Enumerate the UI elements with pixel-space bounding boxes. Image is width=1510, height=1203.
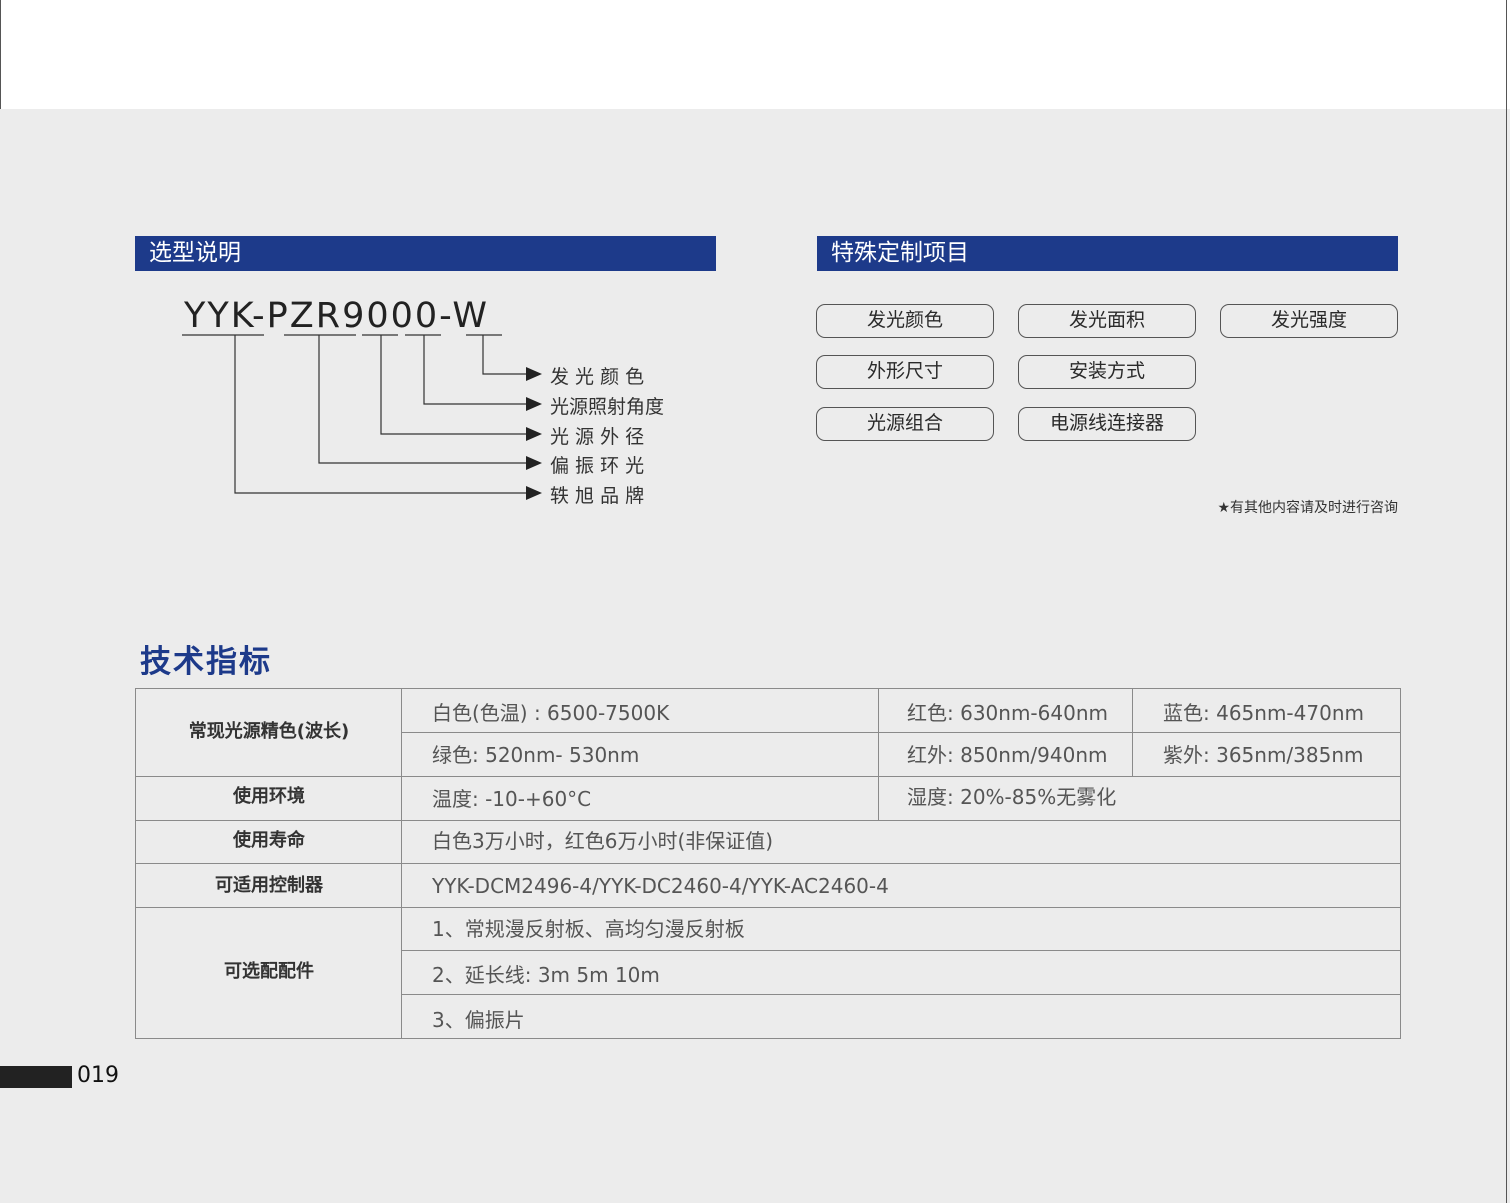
value-ultraviolet: 紫外: 365nm/385nm xyxy=(1163,743,1364,767)
arrow-polarized xyxy=(526,456,542,470)
row-divider xyxy=(402,994,1400,995)
custom-item-combination: 光源组合 xyxy=(816,407,994,441)
row-divider xyxy=(136,776,1400,777)
value-white: 白色(色温) : 6500-7500K xyxy=(432,701,670,725)
row-divider xyxy=(136,863,1400,864)
value-blue: 蓝色: 465nm-470nm xyxy=(1163,701,1364,725)
custom-title-bar: 特殊定制项目 xyxy=(817,236,1398,271)
label-environment: 使用环境 xyxy=(233,786,305,807)
page-number: 019 xyxy=(77,1063,119,1088)
arrow-color xyxy=(526,367,542,381)
legend-diameter: 光 源 外 径 xyxy=(550,426,645,448)
value-accessory-1: 1、常规漫反射板、高均匀漫反射板 xyxy=(432,917,745,941)
custom-item-size: 外形尺寸 xyxy=(816,355,994,389)
row-divider xyxy=(136,820,1400,821)
label-controller: 可适用控制器 xyxy=(215,875,323,896)
custom-item-area: 发光面积 xyxy=(1018,304,1196,338)
legend-color: 发 光 颜 色 xyxy=(550,366,645,388)
leader-angle xyxy=(423,335,528,405)
column-divider xyxy=(1132,689,1133,776)
value-controller: YYK-DCM2496-4/YYK-DC2460-4/YYK-AC2460-4 xyxy=(432,874,889,898)
arrow-angle xyxy=(526,397,542,411)
row-divider xyxy=(402,950,1400,951)
column-divider xyxy=(878,689,879,820)
arrow-brand xyxy=(526,486,542,500)
custom-item-color: 发光颜色 xyxy=(816,304,994,338)
value-humidity: 湿度: 20%-85%无雾化 xyxy=(907,785,1117,809)
value-green: 绿色: 520nm- 530nm xyxy=(432,743,640,767)
label-lifetime: 使用寿命 xyxy=(233,830,305,851)
custom-item-connector: 电源线连接器 xyxy=(1018,407,1196,441)
label-accessories: 可选配配件 xyxy=(224,961,314,982)
leader-color xyxy=(482,335,528,375)
legend-angle: 光源照射角度 xyxy=(550,396,665,418)
value-accessory-3: 3、偏振片 xyxy=(432,1008,525,1032)
legend-brand: 轶 旭 品 牌 xyxy=(550,485,645,507)
consult-note: ★有其他内容请及时进行咨询 xyxy=(1217,500,1398,516)
value-red: 红色: 630nm-640nm xyxy=(907,701,1108,725)
value-accessory-2: 2、延长线: 3m 5m 10m xyxy=(432,963,660,987)
custom-item-mount: 安装方式 xyxy=(1018,355,1196,389)
page-number-tab xyxy=(0,1066,72,1088)
row-divider xyxy=(402,732,1400,733)
row-divider xyxy=(136,907,1400,908)
arrow-diameter xyxy=(526,427,542,441)
custom-title: 特殊定制项目 xyxy=(831,240,969,266)
custom-item-intensity: 发光强度 xyxy=(1220,304,1398,338)
value-lifetime: 白色3万小时，红色6万小时(非保证值) xyxy=(432,829,774,853)
value-temperature: 温度: -10-+60°C xyxy=(432,787,592,811)
tech-title: 技术指标 xyxy=(140,644,272,680)
model-breakdown-diagram xyxy=(182,334,542,500)
specs-table: 常现光源精色(波长) 使用环境 使用寿命 可适用控制器 可选配配件 白色(色温)… xyxy=(135,688,1401,1039)
label-light-color: 常现光源精色(波长) xyxy=(188,721,350,742)
legend-polarized: 偏 振 环 光 xyxy=(550,455,645,477)
leader-diameter xyxy=(380,335,528,435)
value-infrared: 红外: 850nm/940nm xyxy=(907,743,1108,767)
